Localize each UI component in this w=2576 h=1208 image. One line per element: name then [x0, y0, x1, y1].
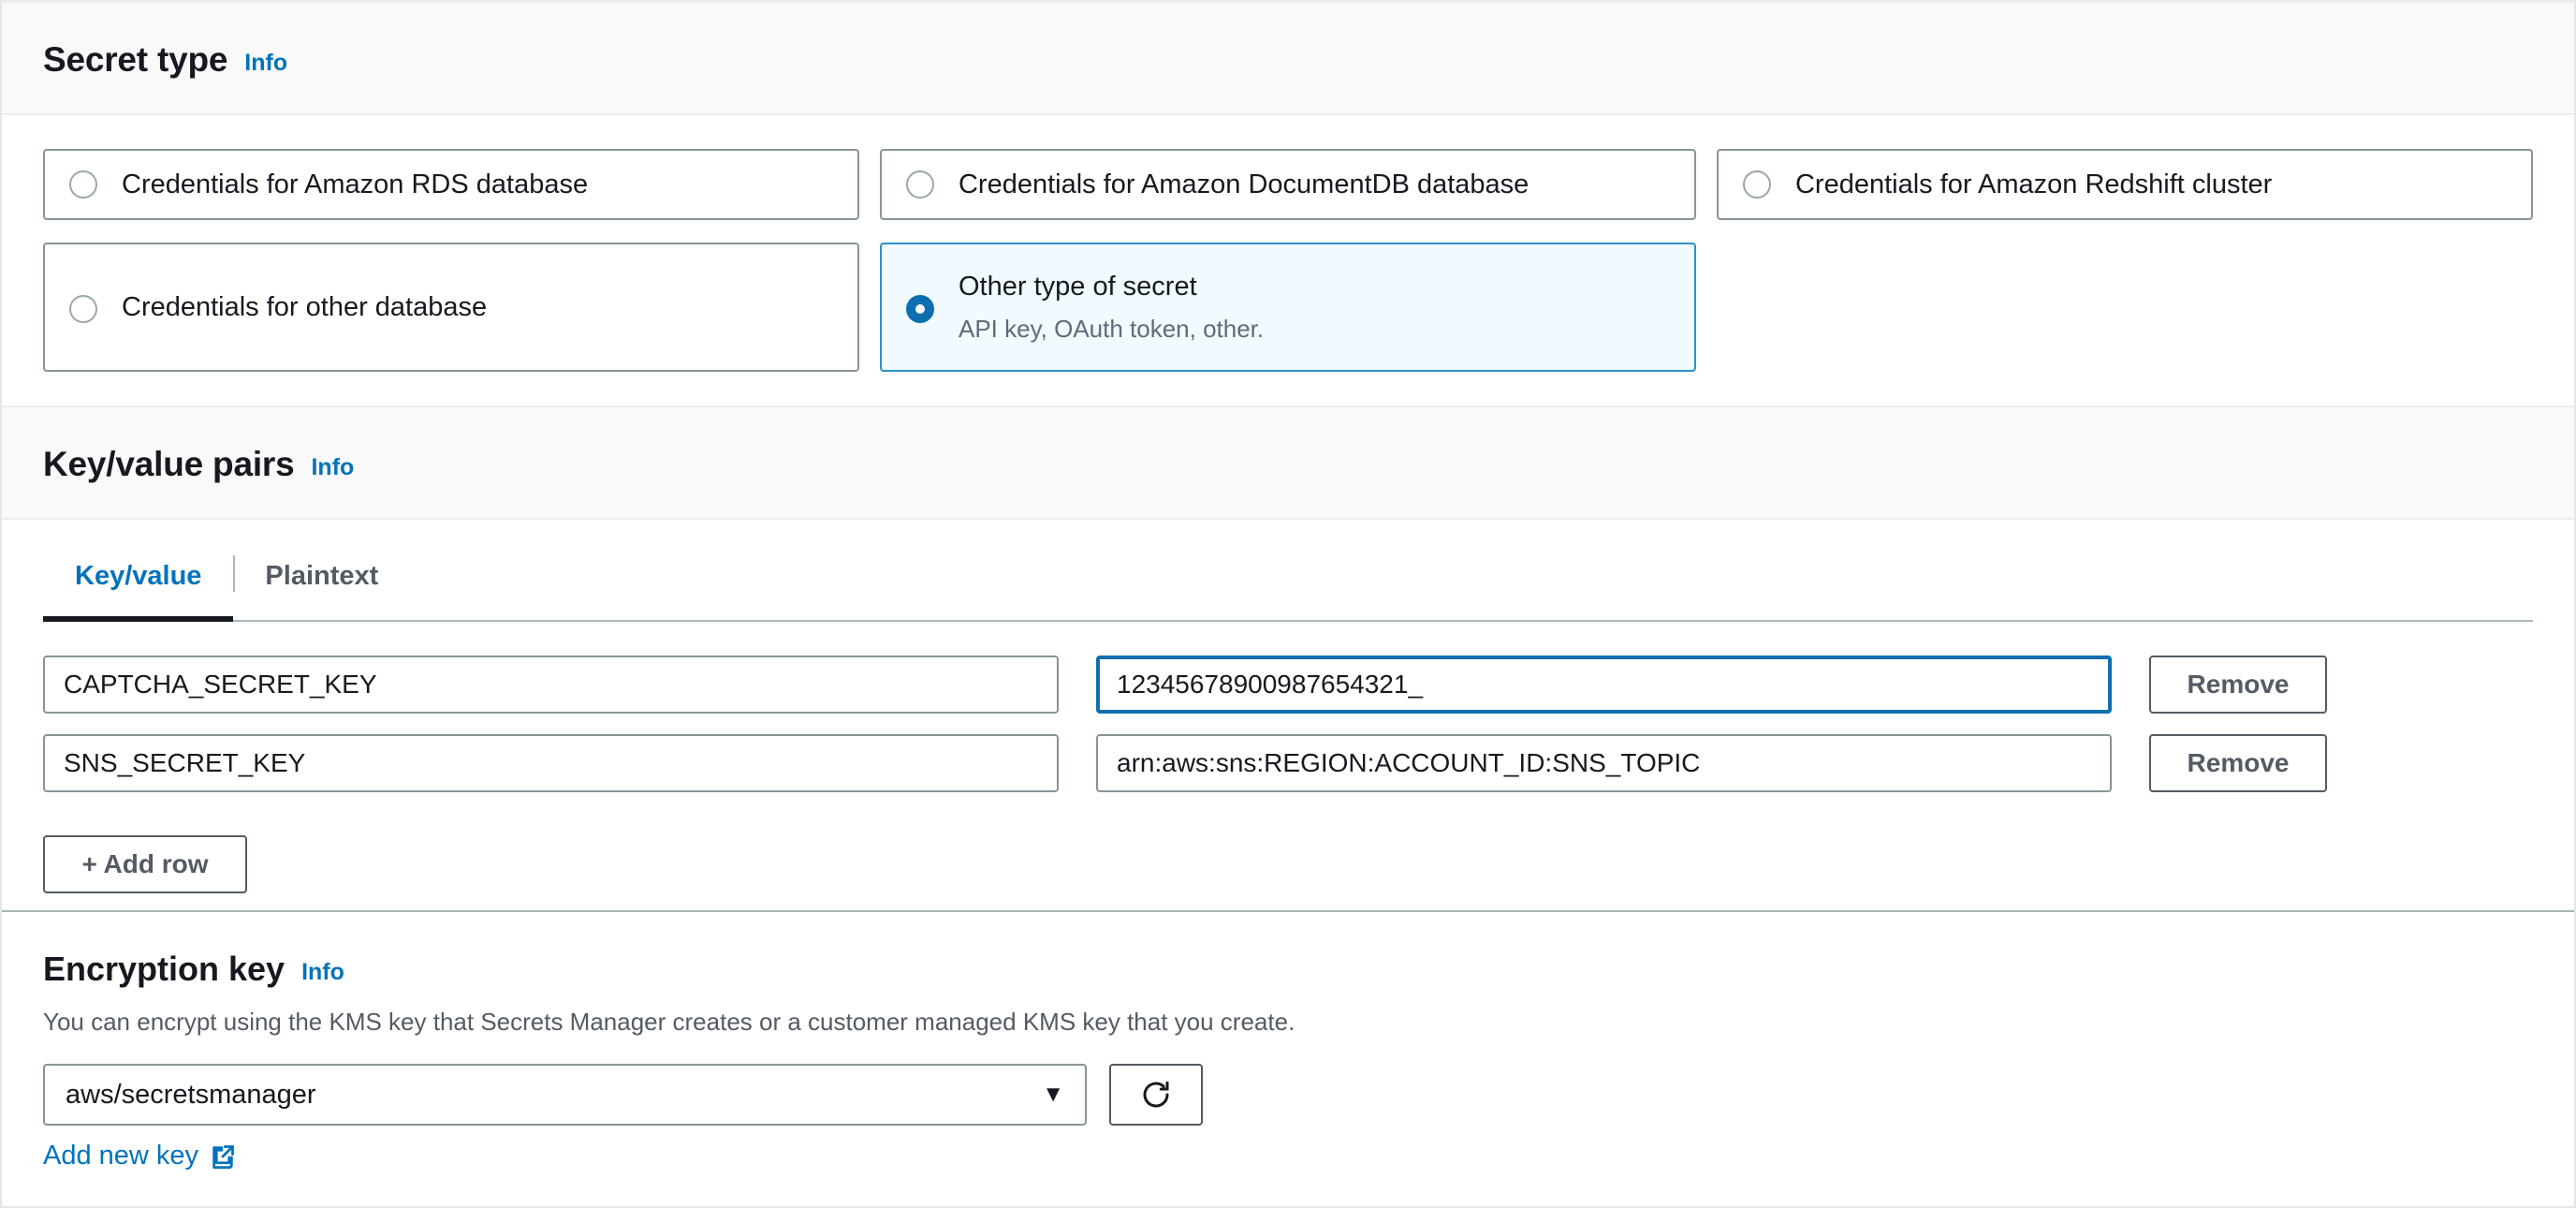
key-value-pairs-header: Key/value pairs Info — [2, 405, 2574, 520]
encryption-key-section: Encryption key Info You can encrypt using… — [2, 910, 2574, 1171]
key-value-rows: CAPTCHA_SECRET_KEY 12345678900987654321_… — [43, 622, 2533, 910]
key-value-row: CAPTCHA_SECRET_KEY 12345678900987654321_… — [43, 656, 2533, 714]
secret-form-page: Secret type Info Credentials for Amazon R… — [0, 0, 2576, 1208]
external-link-icon — [210, 1143, 236, 1170]
key-value-row: SNS_SECRET_KEY arn:aws:sns:REGION:ACCOUN… — [43, 734, 2533, 792]
add-new-key-link[interactable]: Add new key — [43, 1141, 198, 1171]
secret-type-options: Credentials for Amazon RDS database Cred… — [43, 115, 2533, 405]
secret-type-body: Credentials for Amazon RDS database Cred… — [2, 115, 2574, 405]
radio-label: Credentials for Amazon DocumentDB databa… — [959, 168, 1529, 201]
radio-tile-other-database[interactable]: Credentials for other database — [43, 243, 859, 372]
secret-type-header: Secret type Info — [2, 3, 2574, 115]
radio-texts: Credentials for Amazon DocumentDB databa… — [959, 168, 1529, 201]
radio-tile-rds[interactable]: Credentials for Amazon RDS database — [43, 149, 859, 220]
page-title: Secret type — [43, 40, 227, 80]
radio-label: Other type of secret — [959, 270, 1264, 303]
add-row-button[interactable]: + Add row — [43, 835, 247, 893]
radio-tile-documentdb[interactable]: Credentials for Amazon DocumentDB databa… — [880, 149, 1696, 220]
encryption-key-info-link[interactable]: Info — [301, 959, 344, 986]
encryption-key-select[interactable]: aws/secretsmanager ▼ — [43, 1064, 1087, 1126]
radio-label: Credentials for Amazon Redshift cluster — [1795, 168, 2272, 201]
radio-tile-other-secret[interactable]: Other type of secret API key, OAuth toke… — [880, 243, 1696, 372]
radio-icon — [906, 170, 934, 199]
remove-button-2[interactable]: Remove — [2149, 734, 2327, 792]
value-input-2[interactable]: arn:aws:sns:REGION:ACCOUNT_ID:SNS_TOPIC — [1096, 734, 2112, 792]
radio-icon — [69, 295, 97, 323]
radio-icon — [69, 170, 97, 199]
radio-texts: Credentials for Amazon Redshift cluster — [1795, 168, 2272, 201]
add-new-key-link-row[interactable]: Add new key — [43, 1141, 236, 1171]
encryption-key-title: Encryption key — [43, 950, 285, 989]
section-title: Key/value pairs — [43, 445, 294, 484]
radio-selected-icon — [906, 295, 934, 323]
tab-key-value[interactable]: Key/value — [43, 535, 233, 622]
refresh-icon — [1139, 1078, 1173, 1112]
encryption-key-selected-value: aws/secretsmanager — [66, 1080, 316, 1111]
key-input-2[interactable]: SNS_SECRET_KEY — [43, 734, 1059, 792]
radio-texts: Other type of secret API key, OAuth toke… — [959, 270, 1264, 345]
key-value-pairs-body: Key/value Plaintext CAPTCHA_SECRET_KEY 1… — [2, 520, 2574, 910]
tab-plaintext[interactable]: Plaintext — [233, 535, 410, 622]
radio-texts: Credentials for Amazon RDS database — [122, 168, 588, 201]
refresh-button[interactable] — [1109, 1064, 1203, 1126]
radio-tile-redshift[interactable]: Credentials for Amazon Redshift cluster — [1717, 149, 2533, 220]
radio-description: API key, OAuth token, other. — [959, 313, 1264, 345]
radio-icon — [1743, 170, 1771, 199]
chevron-down-icon: ▼ — [1042, 1083, 1064, 1106]
radio-label: Credentials for other database — [122, 290, 487, 324]
encryption-key-controls: aws/secretsmanager ▼ — [43, 1064, 2533, 1126]
remove-button-1[interactable]: Remove — [2149, 656, 2327, 714]
key-value-info-link[interactable]: Info — [311, 454, 354, 481]
radio-label: Credentials for Amazon RDS database — [122, 168, 588, 201]
key-input-1[interactable]: CAPTCHA_SECRET_KEY — [43, 656, 1059, 714]
value-input-1[interactable]: 12345678900987654321_ — [1096, 656, 2112, 714]
radio-texts: Credentials for other database — [122, 290, 487, 324]
secret-type-info-link[interactable]: Info — [244, 50, 287, 77]
encryption-key-description: You can encrypt using the KMS key that S… — [43, 1006, 2533, 1038]
key-value-tabs: Key/value Plaintext — [43, 520, 2533, 622]
